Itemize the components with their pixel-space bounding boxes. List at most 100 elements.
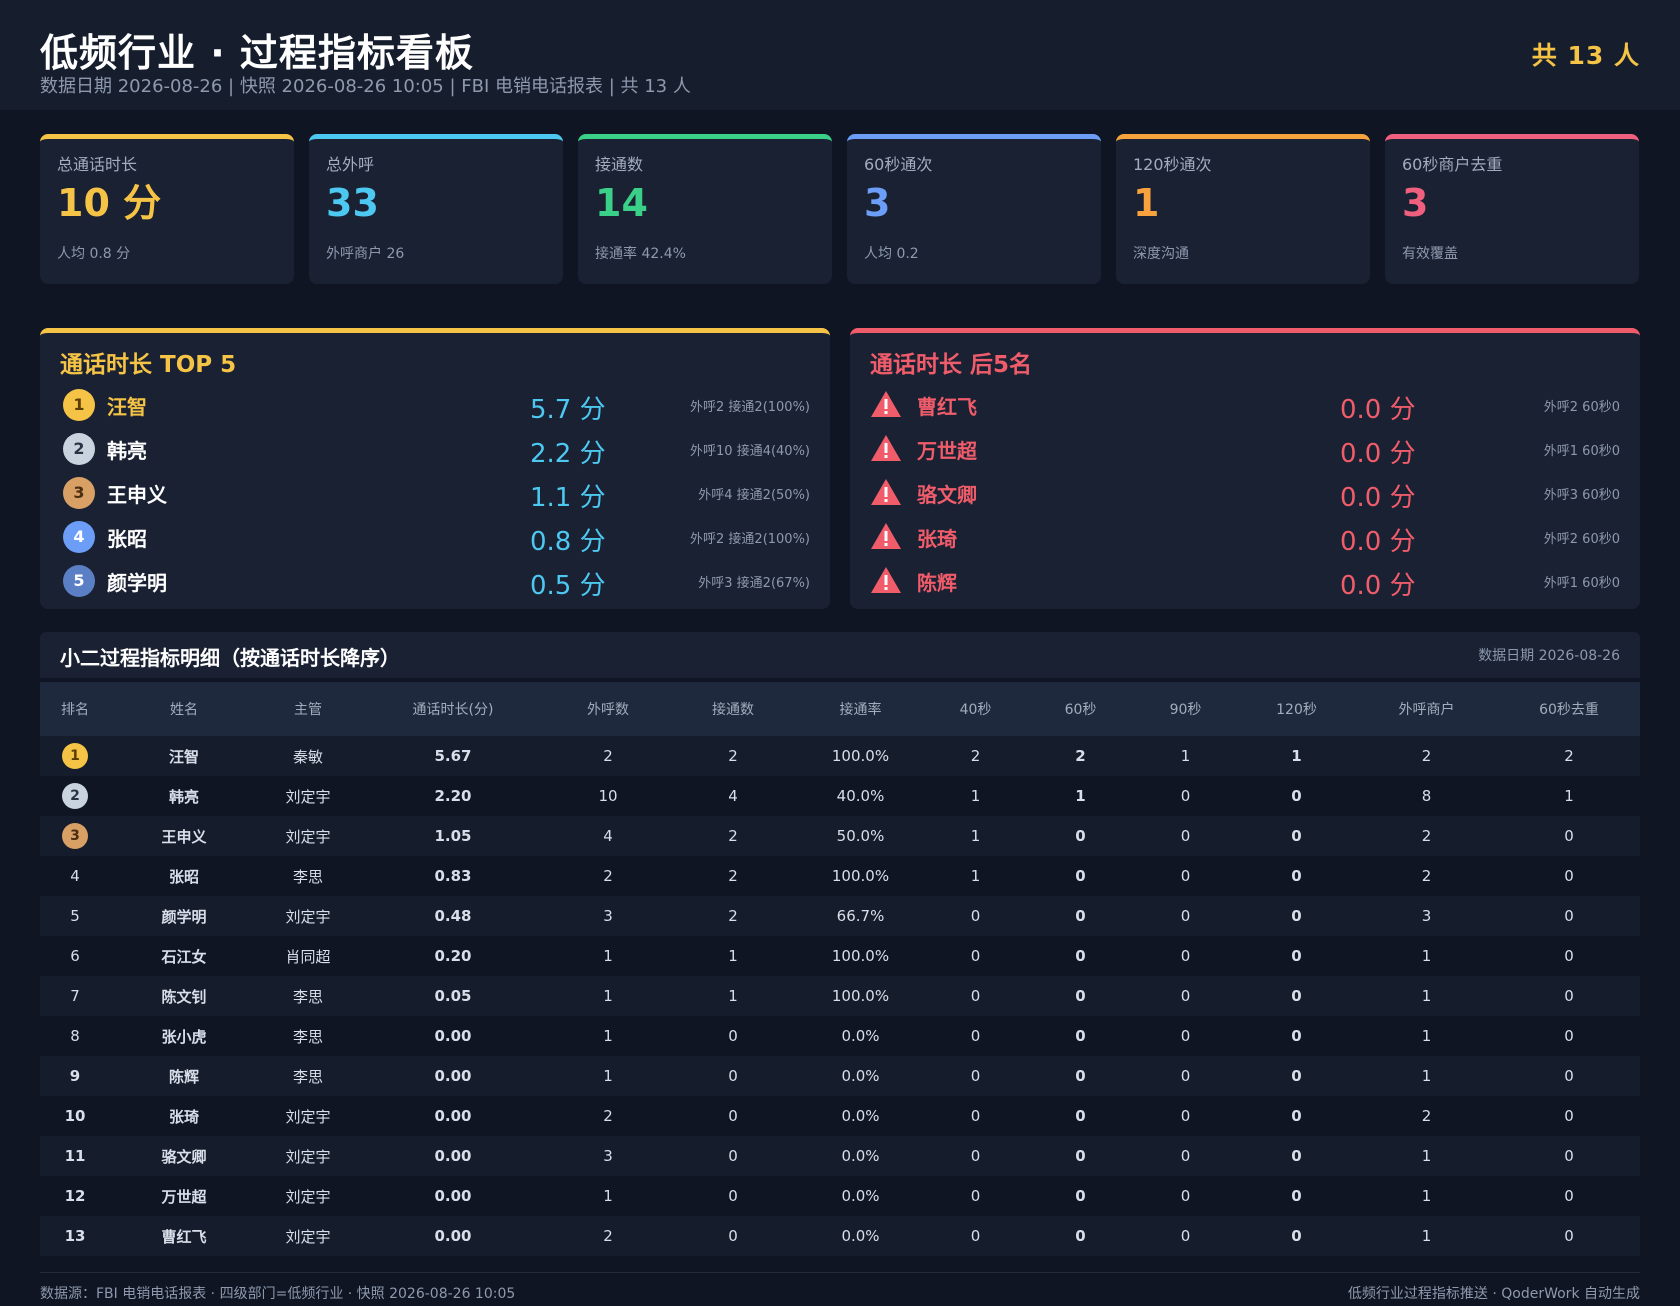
kpi-label: 总外呼 [326, 155, 375, 174]
cell-9: 0 [1133, 1096, 1238, 1136]
cell-12: 0 [1498, 1096, 1640, 1136]
bottom5-meta: 外呼1 60秒0 [1543, 576, 1620, 591]
cell-7: 0 [923, 1216, 1028, 1256]
top5-row: 3 王申义 1.1 分 外呼4 接通2(50%) [60, 473, 810, 513]
kpi-card: 总外呼 33 外呼商户 26 [309, 134, 563, 284]
page-subtitle: 数据日期 2026-08-26 | 快照 2026-08-26 10:05 | … [40, 76, 691, 97]
top5-value: 2.2 分 [530, 439, 606, 469]
column-header: 姓名 [110, 682, 258, 736]
bottom5-name: 骆文卿 [917, 483, 977, 507]
cell-4: 1 [548, 976, 668, 1016]
cell-9: 0 [1133, 896, 1238, 936]
rank-medal: 2 [62, 783, 88, 809]
cell-9: 0 [1133, 976, 1238, 1016]
cell-4: 10 [548, 776, 668, 816]
cell-9: 0 [1133, 936, 1238, 976]
cell-11: 1 [1355, 936, 1498, 976]
bottom5-name: 张琦 [917, 527, 957, 551]
kpi-sub: 人均 0.2 [864, 246, 919, 262]
kpi-sub: 人均 0.8 分 [57, 246, 131, 262]
rank-medal: 3 [63, 477, 95, 509]
cell-2: 刘定宇 [258, 1136, 358, 1176]
bottom5-value: 0.0 分 [1340, 439, 1416, 469]
top5-row: 1 汪智 5.7 分 外呼2 接通2(100%) [60, 385, 810, 425]
cell-11: 1 [1355, 1216, 1498, 1256]
cell-10: 0 [1238, 1216, 1355, 1256]
cell-2: 肖同超 [258, 936, 358, 976]
cell-0: 8 [40, 1016, 110, 1056]
top5-value: 0.5 分 [530, 571, 606, 601]
cell-10: 0 [1238, 816, 1355, 856]
table-row: 5 颜学明 刘定宇 0.48 3 2 66.7% 0 0 0 0 3 0 [40, 896, 1640, 936]
cell-2: 刘定宇 [258, 1176, 358, 1216]
cell-7: 0 [923, 976, 1028, 1016]
cell-8: 1 [1028, 776, 1133, 816]
cell-11: 1 [1355, 1176, 1498, 1216]
cell-12: 0 [1498, 1056, 1640, 1096]
cell-0: 10 [40, 1096, 110, 1136]
kpi-value: 1 [1133, 181, 1160, 225]
top5-name: 王申义 [107, 483, 167, 507]
cell-10: 0 [1238, 1136, 1355, 1176]
cell-12: 0 [1498, 1016, 1640, 1056]
cell-6: 66.7% [798, 896, 923, 936]
cell-3: 0.48 [358, 896, 548, 936]
cell-0: 6 [40, 936, 110, 976]
cell-9: 0 [1133, 1136, 1238, 1176]
cell-8: 0 [1028, 856, 1133, 896]
cell-1: 张琦 [110, 1096, 258, 1136]
kpi-value: 3 [864, 181, 891, 225]
cell-8: 0 [1028, 1176, 1133, 1216]
bottom5-row: 曹红飞 0.0 分 外呼2 60秒0 [870, 385, 1620, 425]
cell-6: 0.0% [798, 1056, 923, 1096]
bottom5-row: 陈辉 0.0 分 外呼1 60秒0 [870, 561, 1620, 601]
column-header: 60秒去重 [1498, 682, 1640, 736]
cell-11: 2 [1355, 736, 1498, 776]
cell-6: 0.0% [798, 1136, 923, 1176]
cell-7: 0 [923, 1136, 1028, 1176]
kpi-label: 120秒通次 [1133, 155, 1212, 174]
cell-2: 刘定宇 [258, 896, 358, 936]
cell-10: 0 [1238, 776, 1355, 816]
cell-0: 4 [40, 856, 110, 896]
kpi-label: 60秒通次 [864, 155, 933, 174]
column-header: 通话时长(分) [358, 682, 548, 736]
kpi-row: 总通话时长 10 分人均 0.8 分总外呼 33 外呼商户 26 接通数 14 接通率 42… [40, 134, 1640, 284]
page-title: 低频行业 · 过程指标看板 [40, 31, 474, 75]
cell-3: 0.00 [358, 1216, 548, 1256]
cell-7: 0 [923, 1096, 1028, 1136]
cell-9: 0 [1133, 816, 1238, 856]
table-row: 9 陈辉 李思 0.00 1 0 0.0% 0 0 0 0 1 0 [40, 1056, 1640, 1096]
cell-10: 0 [1238, 1056, 1355, 1096]
cell-12: 0 [1498, 936, 1640, 976]
cell-1: 汪智 [110, 736, 258, 776]
kpi-value: 3 [1402, 181, 1429, 225]
cell-1: 骆文卿 [110, 1136, 258, 1176]
cell-0: 13 [40, 1216, 110, 1256]
table-body: 1 汪智 秦敏 5.67 2 2 100.0% 2 2 1 1 2 2 2 韩亮 刘定宇 2.20 10 4 40.0… [40, 736, 1640, 1256]
cell-0: 12 [40, 1176, 110, 1216]
cell-4: 2 [548, 1216, 668, 1256]
table-row: 12 万世超 刘定宇 0.00 1 0 0.0% 0 0 0 0 1 0 [40, 1176, 1640, 1216]
top5-row: 4 张昭 0.8 分 外呼2 接通2(100%) [60, 517, 810, 557]
table-row: 8 张小虎 李思 0.00 1 0 0.0% 0 0 0 0 1 0 [40, 1016, 1640, 1056]
footer-credit: 低频行业过程指标推送 · QoderWork 自动生成 [1347, 1286, 1640, 1302]
top5-name: 汪智 [107, 395, 147, 419]
cell-8: 0 [1028, 936, 1133, 976]
cell-12: 0 [1498, 856, 1640, 896]
cell-8: 0 [1028, 1016, 1133, 1056]
top5-title: 通话时长 TOP 5 [60, 352, 237, 378]
cell-5: 2 [668, 736, 798, 776]
cell-6: 0.0% [798, 1016, 923, 1056]
cell-12: 0 [1498, 976, 1640, 1016]
cell-1: 王申义 [110, 816, 258, 856]
cell-8: 0 [1028, 1056, 1133, 1096]
bottom5-meta: 外呼3 60秒0 [1543, 488, 1620, 503]
bottom5-row: 万世超 0.0 分 外呼1 60秒0 [870, 429, 1620, 469]
cell-10: 0 [1238, 936, 1355, 976]
cell-4: 3 [548, 896, 668, 936]
cell-3: 0.00 [358, 1176, 548, 1216]
cell-4: 2 [548, 856, 668, 896]
table-row: 10 张琦 刘定宇 0.00 2 0 0.0% 0 0 0 0 2 0 [40, 1096, 1640, 1136]
cell-0: 1 [40, 736, 110, 776]
